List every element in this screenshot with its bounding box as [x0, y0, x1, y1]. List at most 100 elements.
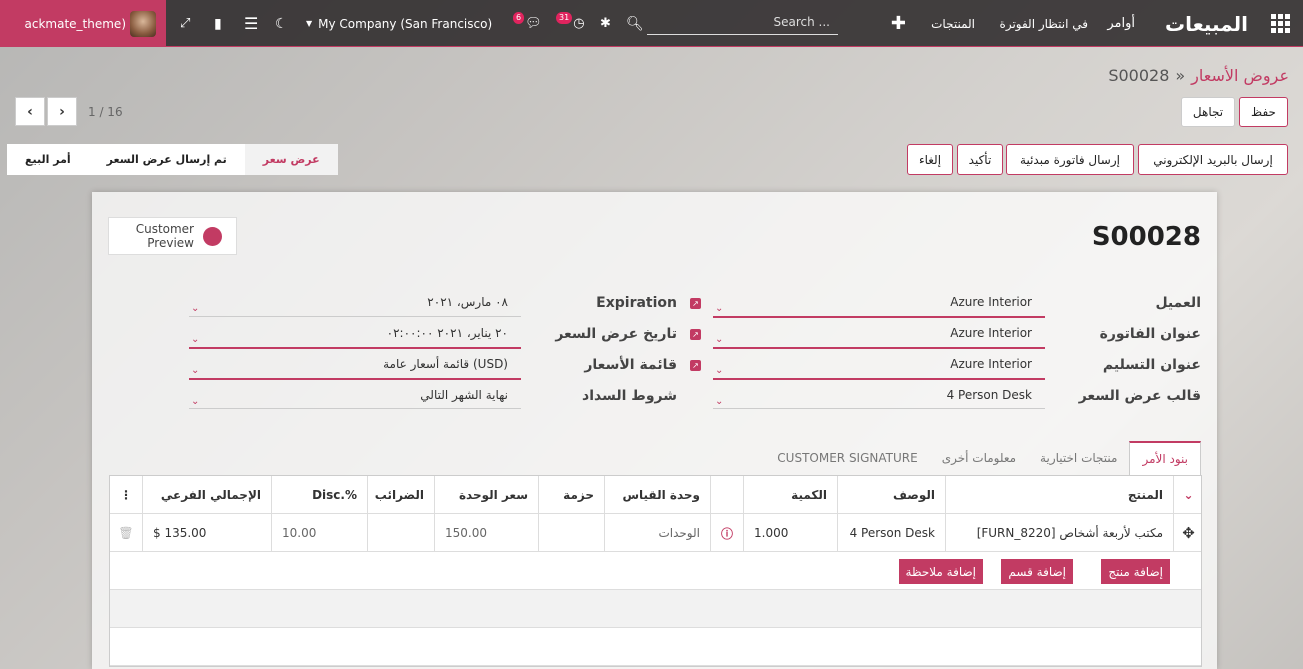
breadcrumb-current: S00028: [1108, 66, 1170, 85]
tab-other-info[interactable]: معلومات أخرى: [930, 441, 1028, 475]
quotation-template-label: قالب عرض السعر: [1078, 388, 1201, 404]
col-package[interactable]: حزمة: [538, 476, 604, 514]
add-section-button[interactable]: إضافة قسم: [1001, 559, 1073, 584]
status-stages: أمر البيع تم إرسال عرض السعر عرض سعر: [7, 144, 338, 175]
clock-icon: ◷: [573, 16, 585, 31]
save-button[interactable]: حفظ: [1239, 97, 1288, 127]
expiration-field[interactable]: ٠٨ مارس، ٢٠٢١: [427, 295, 508, 309]
line-uom[interactable]: الوحدات: [604, 514, 710, 552]
tab-customer-signature[interactable]: CUSTOMER SIGNATURE: [765, 441, 929, 475]
menu-products[interactable]: المنتجات: [931, 0, 975, 47]
quick-create-plus-icon[interactable]: ✚: [891, 0, 906, 47]
col-subtotal[interactable]: الإجمالي الفرعي: [142, 476, 271, 514]
line-package[interactable]: [538, 514, 604, 552]
quotation-date-underline: [189, 347, 521, 349]
cancel-button[interactable]: إلغاء: [907, 144, 953, 175]
quotation-date-external-link-icon[interactable]: ↗: [690, 329, 701, 340]
quotation-date-label: تاريخ عرض السعر: [555, 326, 677, 342]
col-taxes[interactable]: الضرائب: [367, 476, 434, 514]
activity-menu[interactable]: 31 ◷: [556, 0, 585, 47]
quotation-date-field[interactable]: ٢٠ يناير، ٢٠٢١ ٠٢:٠٠:٠٠: [387, 326, 508, 340]
col-description[interactable]: الوصف: [837, 476, 945, 514]
payment-terms-caret-icon[interactable]: ⌄: [191, 396, 199, 407]
col-unit-price[interactable]: سعر الوحدة: [434, 476, 538, 514]
col-uom[interactable]: وحدة القياس: [604, 476, 710, 514]
debug-bug-icon[interactable]: ✱: [600, 0, 611, 47]
customer-dropdown-caret-icon[interactable]: ⌄: [715, 303, 723, 314]
invoice-address-field[interactable]: Azure Interior: [950, 326, 1032, 340]
send-proforma-button[interactable]: إرسال فاتورة مبدئية: [1006, 144, 1134, 175]
delivery-address-caret-icon[interactable]: ⌄: [715, 365, 723, 376]
breadcrumb-quotations-link[interactable]: عروض الأسعار: [1191, 66, 1289, 85]
invoice-address-caret-icon[interactable]: ⌄: [715, 334, 723, 345]
col-info: [710, 476, 743, 514]
pager-counter: 1 / 16: [88, 105, 123, 119]
tab-optional-products[interactable]: منتجات اختيارية: [1028, 441, 1129, 475]
trash-icon[interactable]: 🗑︎: [110, 514, 142, 552]
stage-quotation[interactable]: عرض سعر: [244, 144, 338, 175]
user-menu[interactable]: ackmate_theme): [0, 0, 166, 47]
bookmark-icon[interactable]: ▮: [214, 0, 222, 47]
column-toggle-caret-icon[interactable]: ⌄: [1173, 476, 1203, 514]
col-product[interactable]: المنتج: [945, 476, 1173, 514]
delivery-address-field[interactable]: Azure Interior: [950, 357, 1032, 371]
messaging-menu[interactable]: 6 💬︎: [513, 0, 542, 47]
optional-columns-menu-icon[interactable]: ⋮: [110, 476, 142, 514]
info-icon[interactable]: ⓘ: [710, 514, 743, 552]
menu-to-invoice[interactable]: في انتظار الفوترة: [1000, 0, 1088, 47]
customer-field[interactable]: Azure Interior: [950, 295, 1032, 309]
hamburger-menu-icon[interactable]: ☰: [244, 0, 258, 47]
globe-icon: [203, 226, 222, 246]
stage-sales-order[interactable]: أمر البيع: [7, 144, 89, 175]
fullscreen-expand-icon[interactable]: ⤢: [180, 0, 190, 47]
stage-quotation-sent[interactable]: تم إرسال عرض السعر: [88, 144, 245, 175]
tab-order-lines[interactable]: بنود الأمر: [1129, 441, 1201, 475]
table-row[interactable]: ✥ [FURN_8220] مكتب لأربعة أشخاص 4 Person…: [110, 514, 1201, 552]
drag-handle-icon[interactable]: ✥: [1173, 514, 1203, 552]
delivery-address-underline: [713, 378, 1045, 380]
customer-preview-button[interactable]: Customer Preview: [108, 217, 237, 255]
search-icon[interactable]: 🔍︎: [626, 0, 644, 47]
customer-preview-label-1: Customer: [135, 222, 194, 236]
payment-terms-field[interactable]: نهاية الشهر التالي: [420, 388, 508, 402]
expiration-external-link-icon[interactable]: ↗: [690, 298, 701, 309]
form-sheet: Customer Preview S00028 العميل Azure Inte…: [92, 192, 1217, 669]
pricelist-field[interactable]: قائمة أسعار عامة (USD): [383, 357, 508, 371]
top-navbar: المبيعات أوامر في انتظار الفوترة المنتجا…: [0, 0, 1303, 47]
confirm-button[interactable]: تأكيد: [957, 144, 1003, 175]
quotation-template-caret-icon[interactable]: ⌄: [715, 396, 723, 407]
apps-menu-icon[interactable]: [1271, 0, 1293, 47]
expiration-caret-icon[interactable]: ⌄: [191, 303, 199, 314]
invoice-address-underline: [713, 347, 1045, 349]
quotation-date-caret-icon[interactable]: ⌄: [191, 334, 199, 345]
chat-count-badge: 6: [513, 11, 525, 24]
dark-mode-moon-icon[interactable]: ☾: [275, 0, 288, 47]
pricelist-underline: [189, 378, 521, 380]
add-product-button[interactable]: إضافة منتج: [1101, 559, 1170, 584]
payment-terms-underline: [189, 408, 521, 409]
quotation-template-field[interactable]: 4 Person Desk: [947, 388, 1032, 402]
pricelist-external-link-icon[interactable]: ↗: [690, 360, 701, 371]
app-title[interactable]: المبيعات: [1165, 0, 1248, 47]
col-discount[interactable]: Disc.%: [271, 476, 367, 514]
add-note-button[interactable]: إضافة ملاحظة: [898, 559, 983, 584]
send-email-button[interactable]: إرسال بالبريد الإلكتروني: [1138, 144, 1288, 175]
chat-icon: 💬︎: [525, 16, 542, 31]
order-lines-table: ⌄ المنتج الوصف الكمية وحدة القياس حزمة س…: [109, 475, 1202, 667]
line-unit-price[interactable]: 150.00: [434, 514, 538, 552]
pricelist-label: قائمة الأسعار: [584, 357, 677, 373]
pricelist-caret-icon[interactable]: ⌄: [191, 365, 199, 376]
notebook-tabs: بنود الأمر منتجات اختيارية معلومات أخرى …: [765, 441, 1201, 475]
pager-previous-button[interactable]: ‹: [15, 97, 45, 126]
line-product[interactable]: [FURN_8220] مكتب لأربعة أشخاص: [945, 514, 1173, 552]
discard-button[interactable]: تجاهل: [1181, 97, 1235, 127]
line-description[interactable]: 4 Person Desk: [837, 514, 945, 552]
line-taxes[interactable]: [367, 514, 434, 552]
line-quantity[interactable]: 1.000: [743, 514, 837, 552]
menu-orders[interactable]: أوامر: [1107, 0, 1135, 47]
company-switcher[interactable]: ▼ My Company (San Francisco): [306, 0, 492, 47]
line-discount[interactable]: 10.00: [271, 514, 367, 552]
col-quantity[interactable]: الكمية: [743, 476, 837, 514]
search-input[interactable]: Search ...: [647, 9, 838, 35]
pager-next-button[interactable]: ›: [47, 97, 77, 126]
